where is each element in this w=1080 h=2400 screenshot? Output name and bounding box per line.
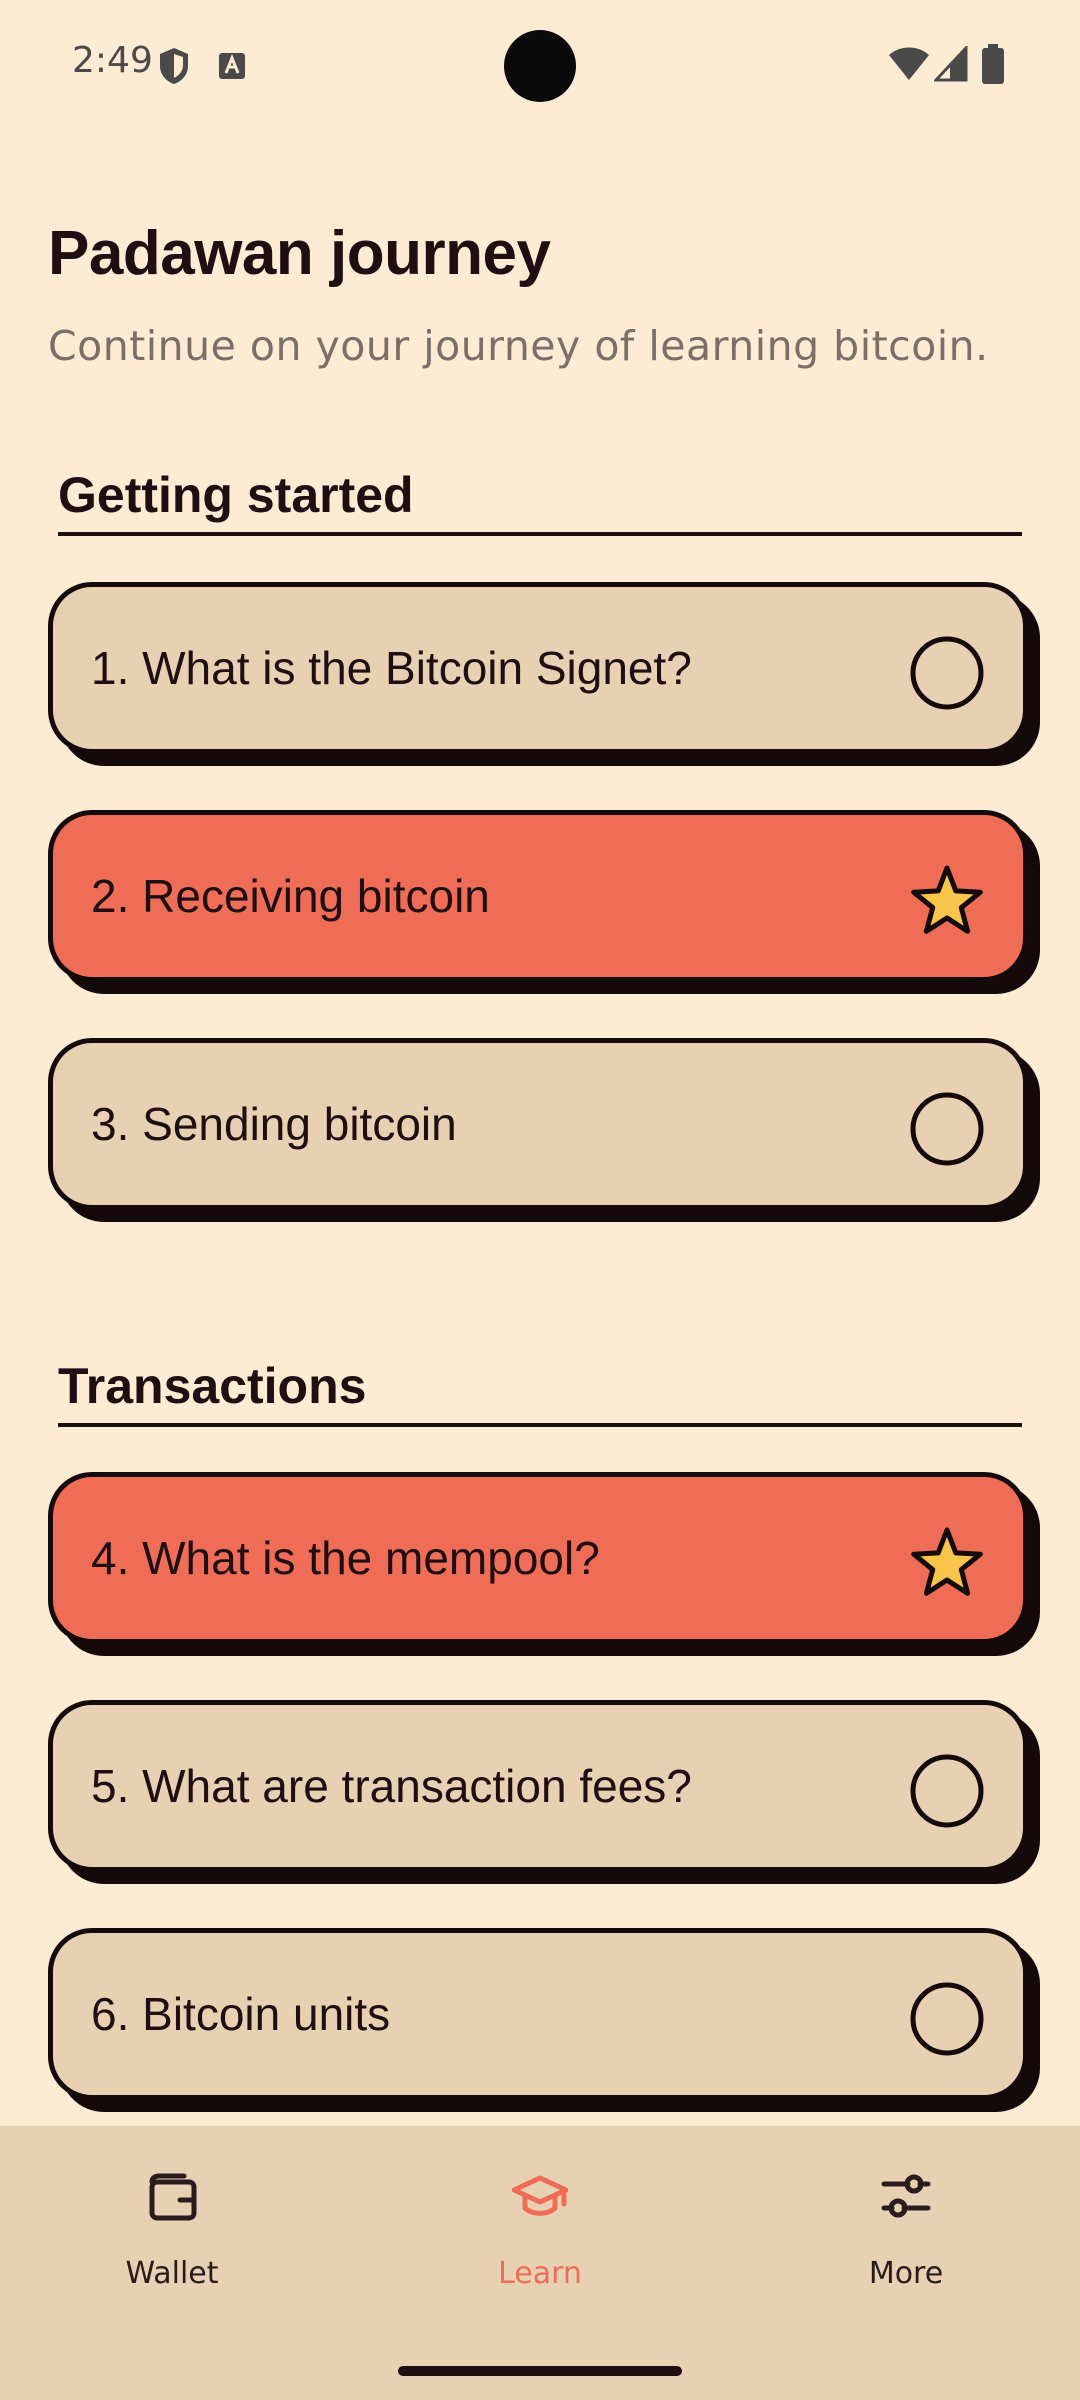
empty-circle-icon xyxy=(910,1754,984,1828)
nav-item-wallet[interactable]: Wallet xyxy=(52,2126,292,2326)
wallet-icon xyxy=(149,2173,197,2221)
empty-circle-icon xyxy=(910,636,984,710)
lesson-card-3[interactable]: 3. Sending bitcoin xyxy=(48,1038,1028,1210)
page-subtitle: Continue on your journey of learning bit… xyxy=(48,322,989,370)
lesson-card-2[interactable]: 2. Receiving bitcoin xyxy=(48,810,1028,982)
lesson-status xyxy=(909,635,985,711)
lesson-status xyxy=(909,1981,985,2057)
lesson-card-4[interactable]: 4. What is the mempool? xyxy=(48,1472,1028,1644)
battery-icon xyxy=(982,44,1004,84)
page-title: Padawan journey xyxy=(48,219,551,288)
lesson-card-1[interactable]: 1. What is the Bitcoin Signet? xyxy=(48,582,1028,754)
status-time: 2:49 xyxy=(72,40,153,81)
lesson-status xyxy=(909,1091,985,1167)
empty-circle-icon xyxy=(910,1982,984,2056)
nav-label: Learn xyxy=(498,2256,582,2291)
nav-item-learn[interactable]: Learn xyxy=(420,2126,660,2326)
sliders-icon xyxy=(881,2174,931,2218)
section-divider xyxy=(58,532,1022,536)
nav-label: More xyxy=(868,2256,944,2291)
lesson-status xyxy=(909,1525,985,1601)
lesson-status xyxy=(909,863,985,939)
graduation-cap-icon xyxy=(512,2175,568,2216)
lesson-status xyxy=(909,1753,985,1829)
home-indicator[interactable] xyxy=(398,2366,682,2376)
front-camera xyxy=(504,30,576,102)
lesson-label: 2. Receiving bitcoin xyxy=(91,870,490,922)
empty-circle-icon xyxy=(910,1092,984,1166)
wifi-icon xyxy=(889,47,929,80)
status-bar: 2:49 xyxy=(0,0,1080,130)
nav-label: Wallet xyxy=(125,2256,219,2291)
lesson-label: 1. What is the Bitcoin Signet? xyxy=(91,642,692,694)
nav-item-more[interactable]: More xyxy=(786,2126,1026,2326)
star-icon xyxy=(911,1527,983,1596)
bottom-navigation: Wallet Learn More xyxy=(0,2126,1080,2400)
section-divider xyxy=(58,1423,1022,1427)
lesson-label: 3. Sending bitcoin xyxy=(91,1098,457,1150)
lesson-card-5[interactable]: 5. What are transaction fees? xyxy=(48,1700,1028,1872)
lesson-label: 5. What are transaction fees? xyxy=(91,1760,692,1812)
shield-icon xyxy=(160,48,188,84)
lesson-card-6[interactable]: 6. Bitcoin units xyxy=(48,1928,1028,2100)
lesson-label: 6. Bitcoin units xyxy=(91,1988,391,2040)
lesson-label: 4. What is the mempool? xyxy=(91,1532,600,1584)
section-title-transactions: Transactions xyxy=(58,1358,367,1414)
signal-icon xyxy=(934,46,968,82)
text-recognition-icon xyxy=(219,53,245,79)
star-icon xyxy=(911,865,983,934)
section-title-getting-started: Getting started xyxy=(58,467,414,523)
